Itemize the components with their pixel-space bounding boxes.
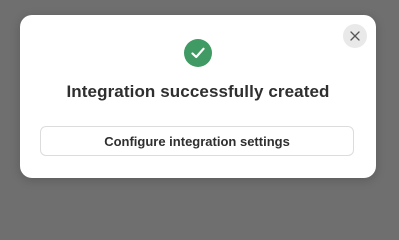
dialog-title: Integration successfully created (66, 82, 330, 101)
check-circle-icon (184, 39, 212, 67)
configure-integration-settings-label: Configure integration settings (104, 133, 290, 149)
configure-integration-settings-button[interactable]: Configure integration settings (40, 126, 354, 156)
close-button[interactable] (343, 24, 367, 48)
close-icon (350, 31, 360, 41)
success-dialog: Integration successfully created Configu… (20, 15, 376, 178)
